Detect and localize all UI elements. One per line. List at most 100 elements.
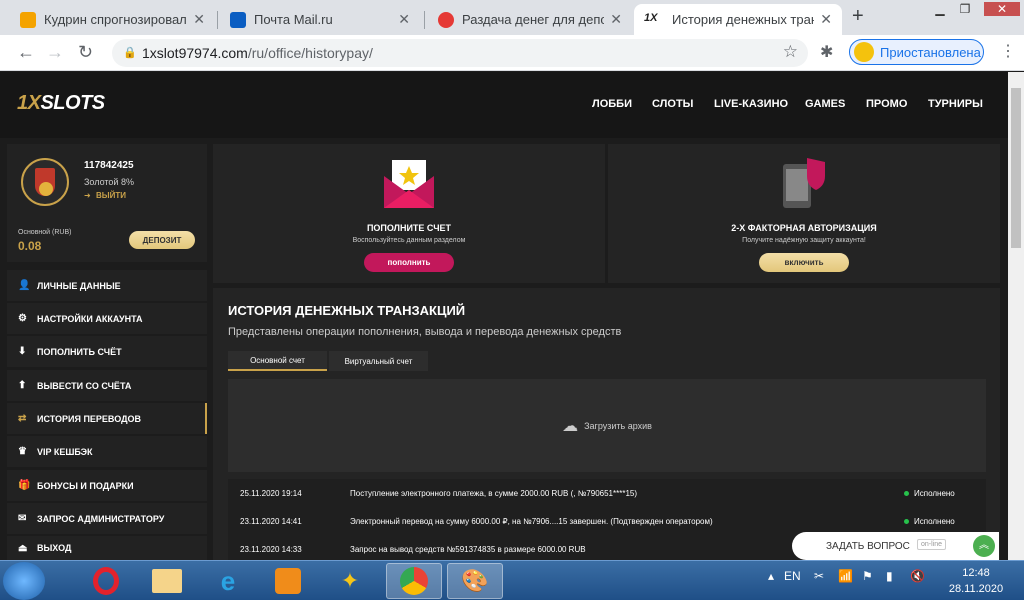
chevron-up-icon[interactable]: ︽ <box>973 535 995 557</box>
mail-icon <box>230 11 246 28</box>
reload-icon[interactable]: ↻ <box>78 42 93 63</box>
scrollbar-thumb[interactable] <box>1011 88 1021 248</box>
browser-tab[interactable]: Кудрин спрогнозировал р ✕ <box>10 4 215 35</box>
download-icon: ⬇ <box>18 346 27 357</box>
start-button[interactable] <box>3 562 45 600</box>
nav-promo[interactable]: ПРОМО <box>866 98 907 110</box>
user-level: Золотой 8% <box>84 177 134 187</box>
site-header: 1XSLOTS ЛОББИ СЛОТЫ LIVE-КАЗИНО GAMES ПР… <box>0 72 1024 138</box>
volume-muted-icon[interactable]: 🔇 <box>910 569 925 583</box>
balance-label: Основной (RUB) <box>18 229 72 236</box>
profile-label: Приостановлена <box>880 44 981 60</box>
crown-icon: ♛ <box>18 446 27 457</box>
close-icon[interactable]: ✕ <box>610 11 622 28</box>
taskbar-app[interactable]: ✦ <box>322 563 378 599</box>
deposit-promo-button[interactable]: пополнить <box>364 253 454 272</box>
minimize-button[interactable]: ▁ <box>929 2 951 16</box>
tab-separator <box>424 11 425 29</box>
language-indicator[interactable]: EN <box>784 569 801 583</box>
1x-icon: 1X <box>644 11 664 28</box>
deposit-promo-card: ПОПОЛНИТЕ СЧЕТ Воспользуйтесь данным раз… <box>213 144 605 283</box>
logo[interactable]: 1XSLOTS <box>17 92 105 115</box>
sidebar-item-label: ЛИЧНЫЕ ДАННЫЕ <box>37 280 121 291</box>
tab-main-account[interactable]: Основной счет <box>228 351 327 371</box>
tab-virtual-account[interactable]: Виртуальный счет <box>329 351 428 371</box>
nav-lobby[interactable]: ЛОББИ <box>592 98 632 110</box>
omnibox[interactable]: 🔒 1xslot97974.com/ru/office/historypay/ … <box>112 39 808 67</box>
profile-button[interactable]: Приостановлена <box>849 39 984 65</box>
taskbar-ie[interactable]: e <box>200 563 256 599</box>
close-icon[interactable]: ✕ <box>398 11 410 28</box>
browser-tab[interactable]: Почта Mail.ru ✕ <box>220 4 420 35</box>
paint-icon: 🎨 <box>461 568 489 593</box>
sidebar-item-deposit[interactable]: ⬇ ПОПОЛНИТЬ СЧЁТ <box>7 336 207 367</box>
close-window-button[interactable]: ✕ <box>984 2 1020 16</box>
gear-icon: ⚙ <box>18 313 27 324</box>
folder-icon <box>152 569 182 593</box>
sidebar-item-vip-cashback[interactable]: ♛ VIP КЕШБЭК <box>7 436 207 467</box>
twofa-enable-button[interactable]: включить <box>759 253 849 272</box>
browser-tab[interactable]: Раздача денег для депози ✕ <box>428 4 632 35</box>
row-description: Поступление электронного платежа, в сумм… <box>350 489 637 498</box>
opera-icon <box>93 567 119 595</box>
logout-link[interactable]: ВЫЙТИ <box>96 191 126 200</box>
twofa-promo-card: 2-Х ФАКТОРНАЯ АВТОРИЗАЦИЯ Получите надёж… <box>608 144 1000 283</box>
windows-taskbar: e ✦ 🎨 ▴ EN ✂ 📶 ⚑ ▮ 🔇 12:48 28.11.2020 <box>0 560 1024 600</box>
taskbar-explorer[interactable] <box>139 563 195 599</box>
flag-icon[interactable]: ⚑ <box>862 569 873 583</box>
nav-slots[interactable]: СЛОТЫ <box>652 98 693 110</box>
envelope-icon <box>384 160 434 208</box>
page-subtitle: Представлены операции пополнения, вывода… <box>228 326 622 338</box>
tab-title: Кудрин спрогнозировал р <box>44 12 188 27</box>
online-badge: on-line <box>917 539 947 550</box>
tab-title: Почта Mail.ru <box>254 12 333 27</box>
taskbar-opera[interactable] <box>78 563 134 599</box>
row-description: Электронный перевод на сумму 6000.00 ₽, … <box>350 517 713 526</box>
menu-icon[interactable]: ⋮ <box>1000 41 1016 61</box>
new-tab-button[interactable]: + <box>852 5 864 28</box>
close-icon[interactable]: ✕ <box>820 11 832 28</box>
twofa-promo-title: 2-Х ФАКТОРНАЯ АВТОРИЗАЦИЯ <box>731 223 877 233</box>
forward-icon[interactable]: → <box>46 42 64 63</box>
nav-live-casino[interactable]: LIVE-КАЗИНО <box>714 98 788 110</box>
page-title: ИСТОРИЯ ДЕНЕЖНЫХ ТРАНЗАКЦИЙ <box>228 303 466 318</box>
lock-icon: 🔒 <box>123 47 137 59</box>
user-icon: 👤 <box>18 280 31 291</box>
balance-value: 0.08 <box>18 239 42 253</box>
taskbar-media[interactable] <box>260 563 316 599</box>
deposit-button[interactable]: ДЕПОЗИТ <box>129 231 195 249</box>
sidebar-item-bonuses[interactable]: 🎁 БОНУСЫ И ПОДАРКИ <box>7 470 207 501</box>
star-icon[interactable]: ☆ <box>783 42 798 62</box>
close-icon[interactable]: ✕ <box>193 11 205 28</box>
system-clock[interactable]: 12:48 28.11.2020 <box>936 565 1016 597</box>
nav-games[interactable]: GAMES <box>805 98 845 110</box>
sidebar-item-account-settings[interactable]: ⚙ НАСТРОЙКИ АККАУНТА <box>7 303 207 334</box>
restore-button[interactable]: ❐ <box>954 2 976 16</box>
battery-icon[interactable]: ▮ <box>886 569 893 583</box>
page-scrollbar[interactable] <box>1008 72 1024 560</box>
sidebar-item-admin-request[interactable]: ✉ ЗАПРОС АДМИНИСТРАТОРУ <box>7 503 207 534</box>
sidebar-item-withdraw[interactable]: ⬆ ВЫВЕСТИ СО СЧЁТА <box>7 370 207 401</box>
taskbar-chrome[interactable] <box>386 563 442 599</box>
deposit-promo-subtitle: Воспользуйтесь данным разделом <box>352 237 466 244</box>
sidebar-item-exit[interactable]: ⏏ ВЫХОД <box>7 536 207 560</box>
user-panel: 117842425 Золотой 8% ➜ ВЫЙТИ Основной (R… <box>7 144 207 262</box>
tab-separator <box>217 11 218 29</box>
sidebar-item-transfer-history[interactable]: ⇄ ИСТОРИЯ ПЕРЕВОДОВ <box>7 403 207 434</box>
nav-tournaments[interactable]: ТУРНИРЫ <box>928 98 983 110</box>
app-icon: ✦ <box>340 568 360 593</box>
tray-arrow-icon[interactable]: ▴ <box>768 569 774 583</box>
phone-shield-icon <box>783 158 825 208</box>
row-date: 23.11.2020 14:33 <box>240 545 302 554</box>
ask-question-widget[interactable]: ЗАДАТЬ ВОПРОС on-line ︽ <box>792 532 999 560</box>
taskbar-paint[interactable]: 🎨 <box>447 563 503 599</box>
browser-tab-active[interactable]: 1X История денежных транза ✕ <box>634 4 842 35</box>
extensions-icon[interactable]: ✱ <box>820 42 833 62</box>
sidebar-item-label: НАСТРОЙКИ АККАУНТА <box>37 313 143 324</box>
row-date: 25.11.2020 19:14 <box>240 489 302 498</box>
sidebar-item-personal-data[interactable]: 👤 ЛИЧНЫЕ ДАННЫЕ <box>7 270 207 301</box>
tray-app-icon[interactable]: ✂ <box>814 569 824 583</box>
back-icon[interactable]: ← <box>17 42 35 63</box>
network-icon[interactable]: 📶 <box>838 569 853 583</box>
download-archive[interactable]: ☁ Загрузить архив <box>228 379 986 472</box>
